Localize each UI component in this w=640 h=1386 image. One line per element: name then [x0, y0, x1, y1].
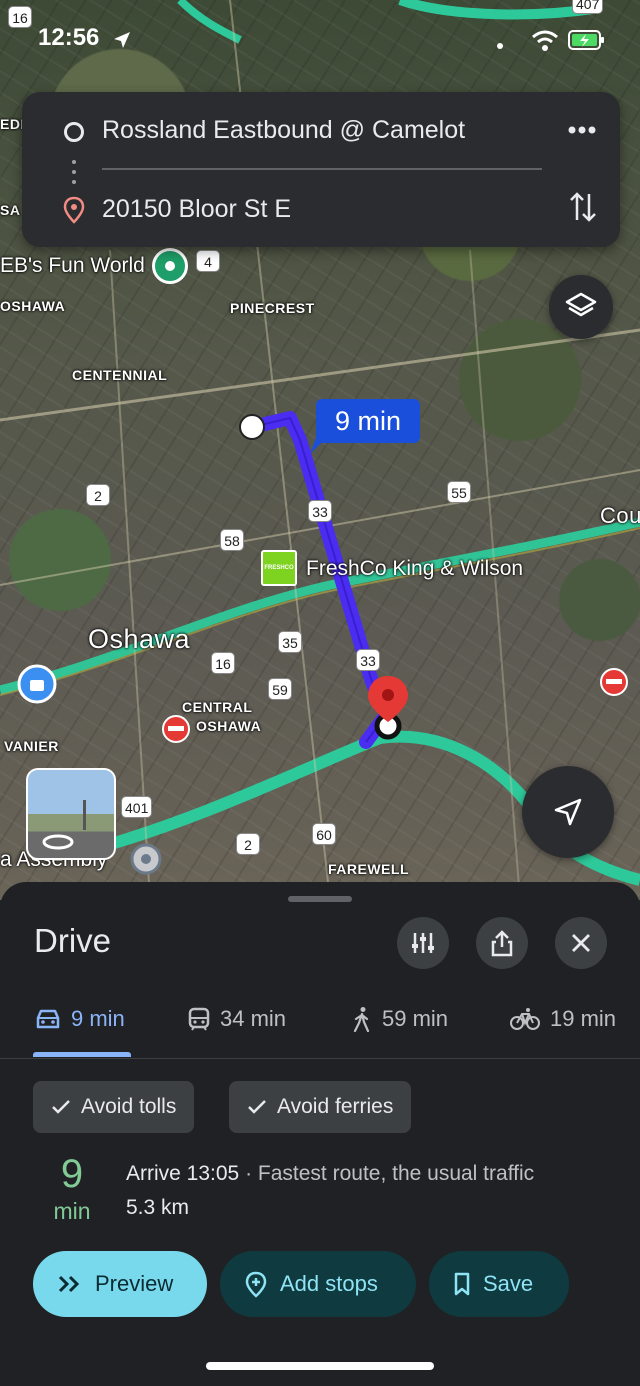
origin-field[interactable]: Rossland Eastbound @ Camelot: [102, 116, 465, 145]
origin-circle-icon: [64, 122, 84, 142]
route-start-point: [239, 414, 265, 440]
avoid-ferries-chip[interactable]: Avoid ferries: [229, 1081, 412, 1133]
route-eta-bubble[interactable]: 9 min: [316, 399, 420, 443]
swap-directions-icon[interactable]: [568, 190, 598, 224]
arrival-summary[interactable]: Arrive 13:05 · Fastest route, the usual …: [126, 1162, 534, 1186]
layers-icon: [565, 292, 597, 317]
navigation-arrow-icon: [554, 798, 582, 826]
shield-4: 4: [196, 250, 220, 272]
bike-icon: [510, 1008, 540, 1030]
check-icon: [52, 1100, 70, 1114]
street-view-thumbnail[interactable]: [26, 768, 116, 860]
add-stops-label: Add stops: [280, 1271, 378, 1296]
bookmark-icon: [454, 1272, 470, 1296]
home-indicator[interactable]: [206, 1362, 434, 1370]
destination-pin-icon: [63, 196, 85, 224]
map-label-centennial: CENTENNIAL: [72, 367, 168, 383]
poi-fun-world[interactable]: EB's Fun World: [0, 254, 145, 278]
fields-divider: [102, 168, 542, 170]
map-label-oshawa: Oshawa: [88, 624, 191, 654]
transit-icon: [188, 1007, 210, 1031]
shield-58: 58: [220, 529, 244, 551]
shield-35: 35: [278, 631, 302, 653]
shield-16-top: 16: [8, 6, 32, 28]
check-icon: [248, 1100, 266, 1114]
battery-charging-icon: [568, 30, 604, 50]
sliders-icon: [412, 933, 434, 953]
mode-tab-transit[interactable]: 34 min: [188, 1006, 286, 1032]
directions-card: Rossland Eastbound @ Camelot 20150 Bloor…: [22, 92, 620, 247]
car-icon: [36, 1009, 60, 1029]
route-duration-number: 9: [60, 1152, 84, 1196]
layers-button[interactable]: [549, 275, 613, 339]
recenter-button[interactable]: [522, 766, 614, 858]
route-duration-unit: min: [53, 1198, 91, 1224]
mode-tab-bike[interactable]: 19 min: [510, 1006, 616, 1032]
poi-freshco[interactable]: FreshCo King & Wilson: [306, 557, 523, 581]
mode-bike-time: 19 min: [550, 1006, 617, 1031]
route-options-button[interactable]: [397, 917, 449, 969]
modes-divider: [0, 1058, 640, 1059]
share-icon: [491, 930, 513, 957]
save-label: Save: [483, 1271, 534, 1296]
map-label-central-oshawa: OSHAWA: [196, 718, 262, 734]
location-arrow-icon: [114, 32, 130, 48]
mode-transit-time: 34 min: [220, 1006, 287, 1031]
preview-button[interactable]: Preview: [33, 1251, 207, 1317]
route-duration[interactable]: 9 min: [50, 1152, 94, 1226]
signal-dot-icon: [497, 43, 503, 49]
save-button[interactable]: Save: [429, 1251, 569, 1317]
map-label-vanier: VANIER: [4, 738, 59, 754]
add-location-icon: [245, 1271, 267, 1298]
shield-59: 59: [268, 678, 292, 700]
share-button[interactable]: [476, 917, 528, 969]
map-label-cou: Cou: [600, 503, 640, 528]
destination-field[interactable]: 20150 Bloor St E: [102, 195, 291, 224]
avoid-tolls-chip[interactable]: Avoid tolls: [33, 1081, 195, 1133]
close-icon: [572, 934, 590, 952]
directions-sheet: Drive 9 min 34 min 59 min 19 min Avoid t…: [0, 882, 640, 1386]
map-label-sa: SA: [0, 202, 21, 218]
close-button[interactable]: [555, 917, 607, 969]
active-mode-indicator: [33, 1052, 131, 1057]
route-description: · Fastest route, the usual traffic: [239, 1162, 535, 1185]
shield-33-north: 33: [308, 500, 332, 522]
shield-16-south: 16: [211, 652, 235, 674]
shield-2-south: 2: [236, 833, 260, 855]
walk-icon: [353, 1007, 370, 1032]
preview-label: Preview: [95, 1271, 174, 1296]
eta-bubble-tail: [310, 438, 326, 454]
map-label-farewell: FAREWELL: [328, 861, 409, 877]
shield-60: 60: [312, 823, 336, 845]
map-label-central: CENTRAL: [182, 699, 253, 715]
shield-407: 407: [572, 0, 604, 14]
more-options-icon[interactable]: [568, 126, 596, 134]
sheet-title: Drive: [34, 922, 112, 959]
arrival-time: Arrive 13:05: [126, 1162, 240, 1185]
shield-2-north: 2: [86, 484, 110, 506]
map-label-oshawa-small: OSHAWA: [0, 298, 66, 314]
mode-drive-time: 9 min: [71, 1006, 125, 1031]
map-label-pinecrest: PINECREST: [230, 300, 315, 316]
mode-walk-time: 59 min: [382, 1006, 449, 1031]
double-chevron-icon: [58, 1275, 80, 1293]
sheet-drag-handle[interactable]: [288, 896, 352, 902]
avoid-tolls-label: Avoid tolls: [81, 1095, 177, 1118]
wifi-icon: [532, 30, 558, 51]
street-view-rotate-icon: [42, 800, 86, 850]
mode-tab-drive[interactable]: 9 min: [35, 1006, 125, 1032]
shield-401: 401: [121, 796, 153, 818]
shield-33-south: 33: [356, 649, 380, 671]
avoid-ferries-label: Avoid ferries: [277, 1095, 394, 1118]
add-stops-button[interactable]: Add stops: [220, 1251, 416, 1317]
route-connector-dots: [72, 160, 76, 190]
shield-55: 55: [447, 481, 471, 503]
route-distance: 5.3 km: [126, 1196, 190, 1219]
fun-world-pin-icon[interactable]: [152, 248, 188, 284]
freshco-logo-icon[interactable]: FRESHCO: [261, 550, 297, 586]
status-time: 12:56: [38, 24, 100, 51]
mode-tab-walk[interactable]: 59 min: [352, 1006, 448, 1032]
